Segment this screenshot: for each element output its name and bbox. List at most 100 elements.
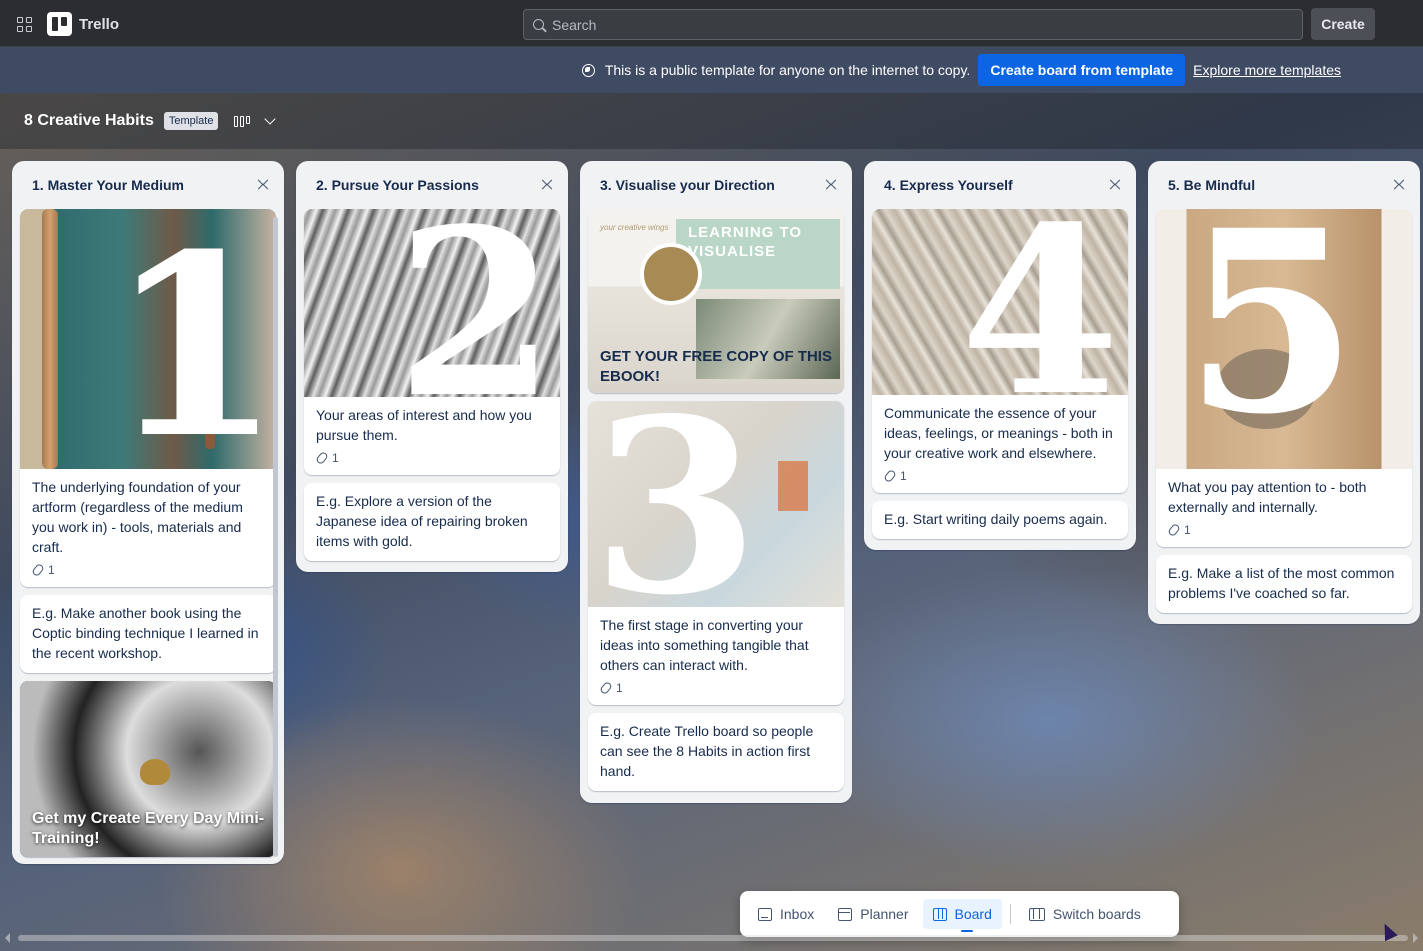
board-icon <box>932 907 947 921</box>
paperclip-icon <box>315 450 329 466</box>
card[interactable]: E.g. Create Trello board so people can s… <box>588 713 844 791</box>
card-cover-image: 5 <box>1156 209 1412 469</box>
list-scrollbar[interactable] <box>273 217 278 857</box>
nav-board[interactable]: Board <box>922 899 1002 932</box>
list-title[interactable]: 1. Master Your Medium <box>32 177 184 193</box>
chevron-down-icon[interactable] <box>264 113 277 125</box>
paperclip-icon <box>31 562 45 578</box>
list-title[interactable]: 3. Visualise your Direction <box>600 177 775 193</box>
scrollbar-track[interactable] <box>18 935 1408 941</box>
attachment-count: 1 <box>616 681 623 695</box>
attachment-count: 1 <box>1184 523 1191 537</box>
card-title: Get my Create Every Day Mini-Training! <box>32 810 265 847</box>
card-description: E.g. Make another book using the Coptic … <box>32 605 259 661</box>
card[interactable]: 5 What you pay attention to - both exter… <box>1156 209 1412 547</box>
paperclip-icon <box>883 468 897 484</box>
card[interactable]: 1 The underlying foundation of your artf… <box>20 209 276 587</box>
board-title[interactable]: 8 Creative Habits <box>24 112 154 130</box>
banner-message: This is a public template for anyone on … <box>604 62 971 78</box>
wing-logo-icon <box>640 243 702 305</box>
card[interactable]: Get my Create Every Day Mini-Training! <box>20 681 276 857</box>
board-header: 8 Creative Habits Template <box>0 93 1423 149</box>
card-description: E.g. Create Trello board so people can s… <box>600 723 814 779</box>
card-description: Communicate the essence of your ideas, f… <box>884 405 1113 461</box>
card[interactable]: your creative wings LEARNING TO VISUALIS… <box>588 209 844 393</box>
list-title[interactable]: 4. Express Yourself <box>884 177 1013 193</box>
list-express-yourself: 4. Express Yourself 4 Communicate the es… <box>864 161 1136 550</box>
collapse-list-icon[interactable] <box>1390 180 1408 190</box>
card[interactable]: E.g. Explore a version of the Japanese i… <box>304 483 560 561</box>
nav-planner[interactable]: Planner <box>828 899 918 929</box>
card-badges: 1 <box>304 449 560 475</box>
collapse-list-icon[interactable] <box>822 180 840 190</box>
list-header: 3. Visualise your Direction <box>588 169 844 201</box>
explore-templates-link[interactable]: Explore more templates <box>1193 62 1341 78</box>
attachment-count: 1 <box>900 469 907 483</box>
cover-number: 3 <box>592 401 759 607</box>
card-badges: 1 <box>1156 521 1412 547</box>
board-horizontal-scrollbar[interactable] <box>0 929 1423 951</box>
trello-logo-icon <box>47 12 72 36</box>
create-button[interactable]: Create <box>1311 8 1375 40</box>
sketch-image <box>778 461 808 511</box>
search-input[interactable]: Search <box>523 9 1303 40</box>
card-description: E.g. Explore a version of the Japanese i… <box>316 493 528 549</box>
app-switcher-icon[interactable] <box>10 10 38 38</box>
rolling-pin-image <box>42 209 58 469</box>
card[interactable]: E.g. Make a list of the most common prob… <box>1156 555 1412 613</box>
card[interactable]: 3 The first stage in converting your ide… <box>588 401 844 705</box>
nav-board-label: Board <box>954 906 992 922</box>
nav-switch-boards[interactable]: Switch boards <box>1019 899 1151 929</box>
card-cover-image: 1 <box>20 209 276 469</box>
card-cover-image: Get my Create Every Day Mini-Training! <box>20 681 276 857</box>
globe-icon <box>581 63 595 77</box>
ebook-brand: your creative wings <box>600 223 669 232</box>
collapse-list-icon[interactable] <box>254 180 272 190</box>
create-board-from-template-button[interactable]: Create board from template <box>978 54 1186 86</box>
card-cover-image: 3 <box>588 401 844 607</box>
list-header: 5. Be Mindful <box>1156 169 1412 201</box>
list-title[interactable]: 5. Be Mindful <box>1168 177 1255 193</box>
trello-logo[interactable]: Trello <box>47 12 119 36</box>
collapse-list-icon[interactable] <box>538 180 556 190</box>
scroll-left-icon[interactable] <box>5 933 10 943</box>
card[interactable]: E.g. Make another book using the Coptic … <box>20 595 276 673</box>
nav-inbox-label: Inbox <box>780 906 815 922</box>
attachment-count: 1 <box>48 563 55 577</box>
card[interactable]: 2 Your areas of interest and how you pur… <box>304 209 560 475</box>
card-description: The underlying foundation of your artfor… <box>32 479 243 555</box>
collapse-list-icon[interactable] <box>1106 180 1124 190</box>
top-navigation-bar: Trello Search Create <box>0 0 1423 47</box>
card-cover-image: 4 <box>872 209 1128 395</box>
nav-inbox[interactable]: Inbox <box>748 899 824 929</box>
cover-number: 4 <box>960 209 1121 395</box>
template-badge: Template <box>163 112 219 130</box>
cover-number: 2 <box>396 209 557 397</box>
nav-divider <box>1009 904 1011 924</box>
list-pursue-your-passions: 2. Pursue Your Passions 2 Your areas of … <box>296 161 568 572</box>
board-view-icon[interactable] <box>234 115 251 127</box>
nav-switch-label: Switch boards <box>1052 906 1141 922</box>
list-be-mindful: 5. Be Mindful 5 What you pay attention t… <box>1148 161 1420 624</box>
list-title[interactable]: 2. Pursue Your Passions <box>316 177 479 193</box>
card[interactable]: 4 Communicate the essence of your ideas,… <box>872 209 1128 493</box>
template-banner: This is a public template for anyone on … <box>0 47 1423 93</box>
switch-boards-icon <box>1028 907 1045 921</box>
card-badges: 1 <box>872 467 1128 493</box>
card-description: The first stage in converting your ideas… <box>600 617 809 673</box>
card[interactable]: E.g. Start writing daily poems again. <box>872 501 1128 539</box>
cover-number: 5 <box>1184 209 1358 469</box>
inbox-icon <box>758 907 772 921</box>
cover-number: 1 <box>108 209 276 469</box>
card-title: GET YOUR FREE COPY OF THIS EBOOK! <box>600 348 832 385</box>
nav-planner-label: Planner <box>860 906 909 922</box>
card-description: Your areas of interest and how you pursu… <box>316 407 532 443</box>
list-header: 2. Pursue Your Passions <box>304 169 560 201</box>
list-header: 4. Express Yourself <box>872 169 1128 201</box>
attachment-count: 1 <box>332 451 339 465</box>
search-placeholder: Search <box>552 16 597 33</box>
scroll-right-icon[interactable] <box>1413 933 1418 943</box>
list-visualise-your-direction: 3. Visualise your Direction your creativ… <box>580 161 852 803</box>
card-description: What you pay attention to - both externa… <box>1168 479 1367 515</box>
card-badges: 1 <box>588 679 844 705</box>
